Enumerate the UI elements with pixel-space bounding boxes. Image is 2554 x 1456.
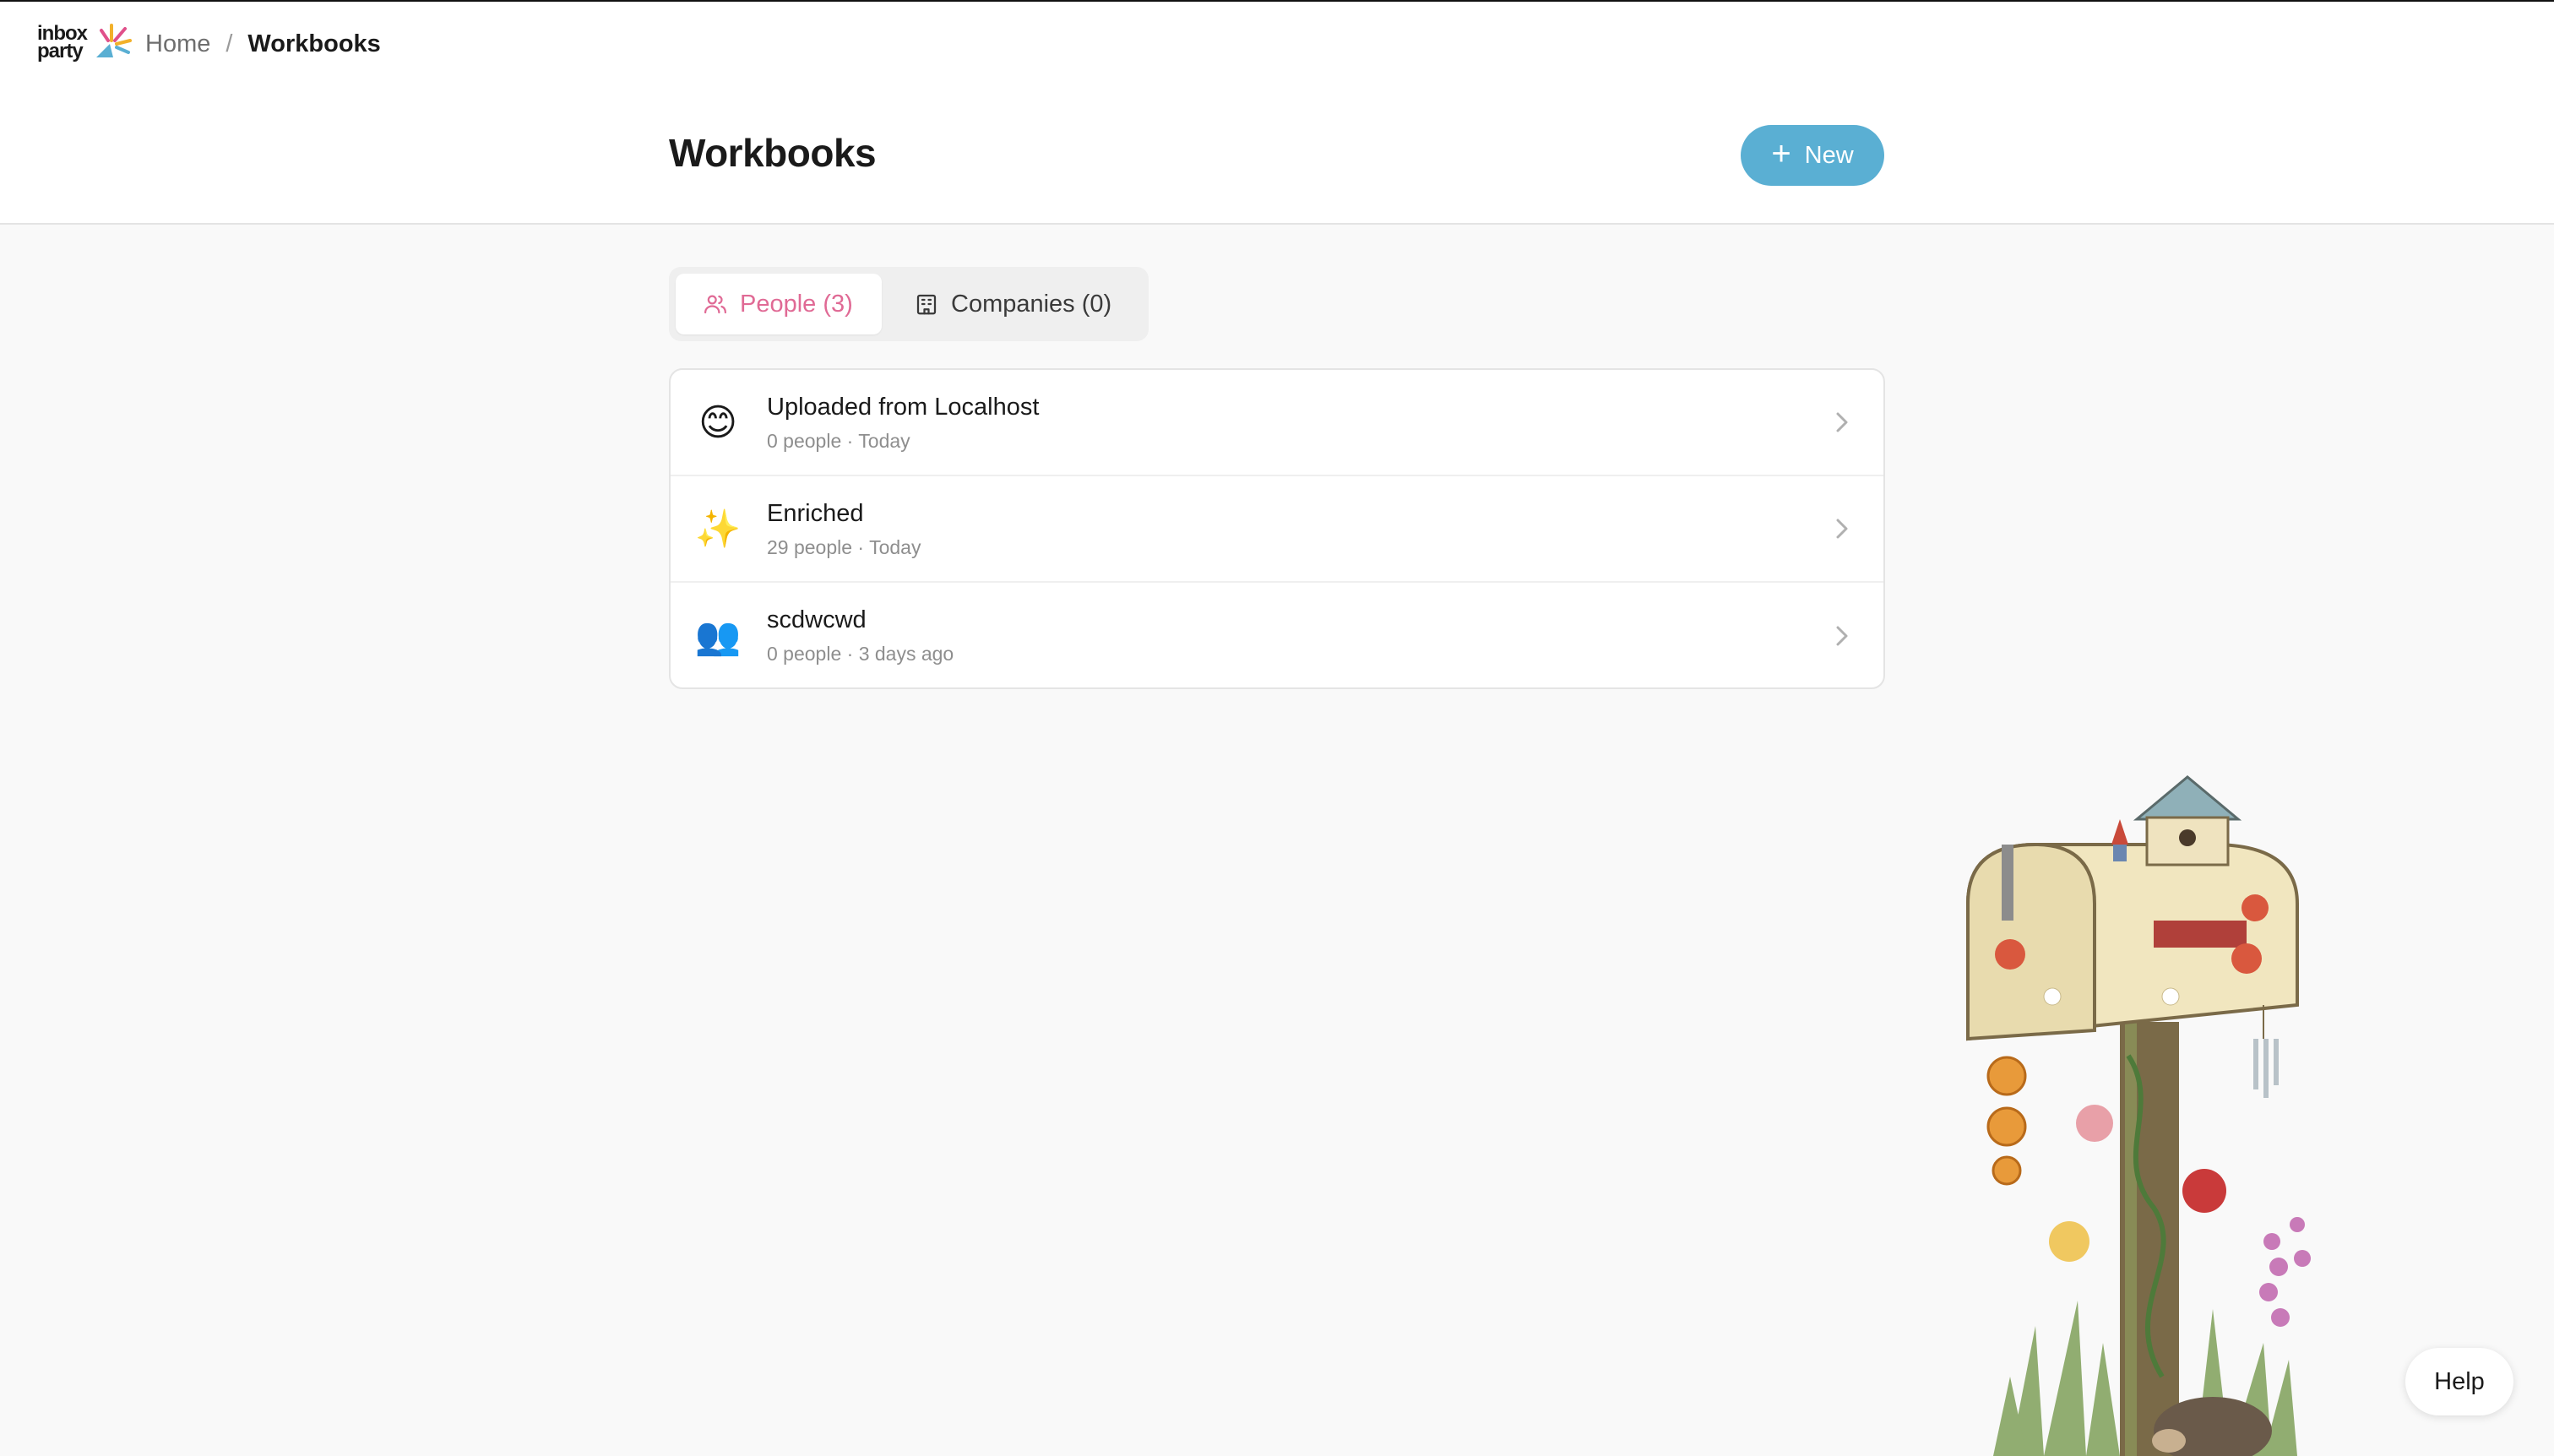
mailbox-garden-illustration — [1966, 775, 2311, 1456]
new-button-label: New — [1804, 141, 1854, 169]
workbook-meta: 29 people · Today — [767, 536, 921, 558]
breadcrumb: Home / Workbooks — [145, 27, 381, 61]
workbook-title: Enriched — [767, 500, 864, 527]
building-icon — [916, 294, 937, 315]
workbook-meta: 0 people · 3 days ago — [767, 643, 954, 665]
workbook-row-text: scdwcwd 0 people · 3 days ago — [767, 605, 954, 666]
help-button[interactable]: Help — [2405, 1348, 2513, 1415]
workbook-title: scdwcwd — [767, 606, 867, 633]
plus-icon: + — [1771, 135, 1791, 172]
workbook-row[interactable]: 😊 Uploaded from Localhost 0 people · Tod… — [671, 370, 1883, 476]
breadcrumb-current: Workbooks — [247, 30, 381, 57]
top-header: inbox party Home / Workbooks Workbooks +… — [0, 0, 2554, 225]
workbook-row[interactable]: ✨ Enriched 29 people · Today — [671, 476, 1883, 583]
chevron-right-icon — [1836, 519, 1848, 539]
chevron-right-icon — [1836, 412, 1848, 432]
logo-line-2: party — [37, 40, 84, 62]
workbook-row-text: Uploaded from Localhost 0 people · Today — [767, 392, 1039, 453]
page-title: Workbooks — [669, 131, 877, 175]
people-emoji-icon: 👥 — [694, 616, 742, 657]
breadcrumb-separator: / — [226, 30, 233, 57]
logo-wordmark: inbox party — [37, 24, 93, 62]
smiley-emoji-icon: 😊 — [698, 401, 737, 443]
confetti-burst-icon — [96, 24, 132, 57]
workbook-list: 😊 Uploaded from Localhost 0 people · Tod… — [669, 368, 1885, 689]
new-workbook-button[interactable]: + New — [1741, 125, 1884, 186]
workbook-row-text: Enriched 29 people · Today — [767, 498, 921, 559]
breadcrumb-home-link[interactable]: Home — [145, 30, 210, 58]
sparkles-emoji-icon: ✨ — [694, 508, 742, 550]
workbook-meta: 0 people · Today — [767, 430, 910, 452]
tab-people-label: People (3) — [740, 290, 853, 318]
inbox-party-logo[interactable]: inbox party — [37, 20, 132, 64]
workbook-row[interactable]: 👥 scdwcwd 0 people · 3 days ago — [671, 583, 1883, 687]
tab-people[interactable]: People (3) — [676, 274, 882, 334]
tab-companies-label: Companies (0) — [951, 290, 1112, 318]
chevron-right-icon — [1836, 626, 1848, 646]
workbook-title: Uploaded from Localhost — [767, 394, 1040, 421]
workbook-type-tabs: People (3) Companies (0) — [669, 267, 1149, 341]
tab-companies[interactable]: Companies (0) — [887, 274, 1138, 334]
page: inbox party Home / Workbooks Workbooks +… — [0, 0, 2554, 1456]
people-icon — [704, 295, 726, 314]
